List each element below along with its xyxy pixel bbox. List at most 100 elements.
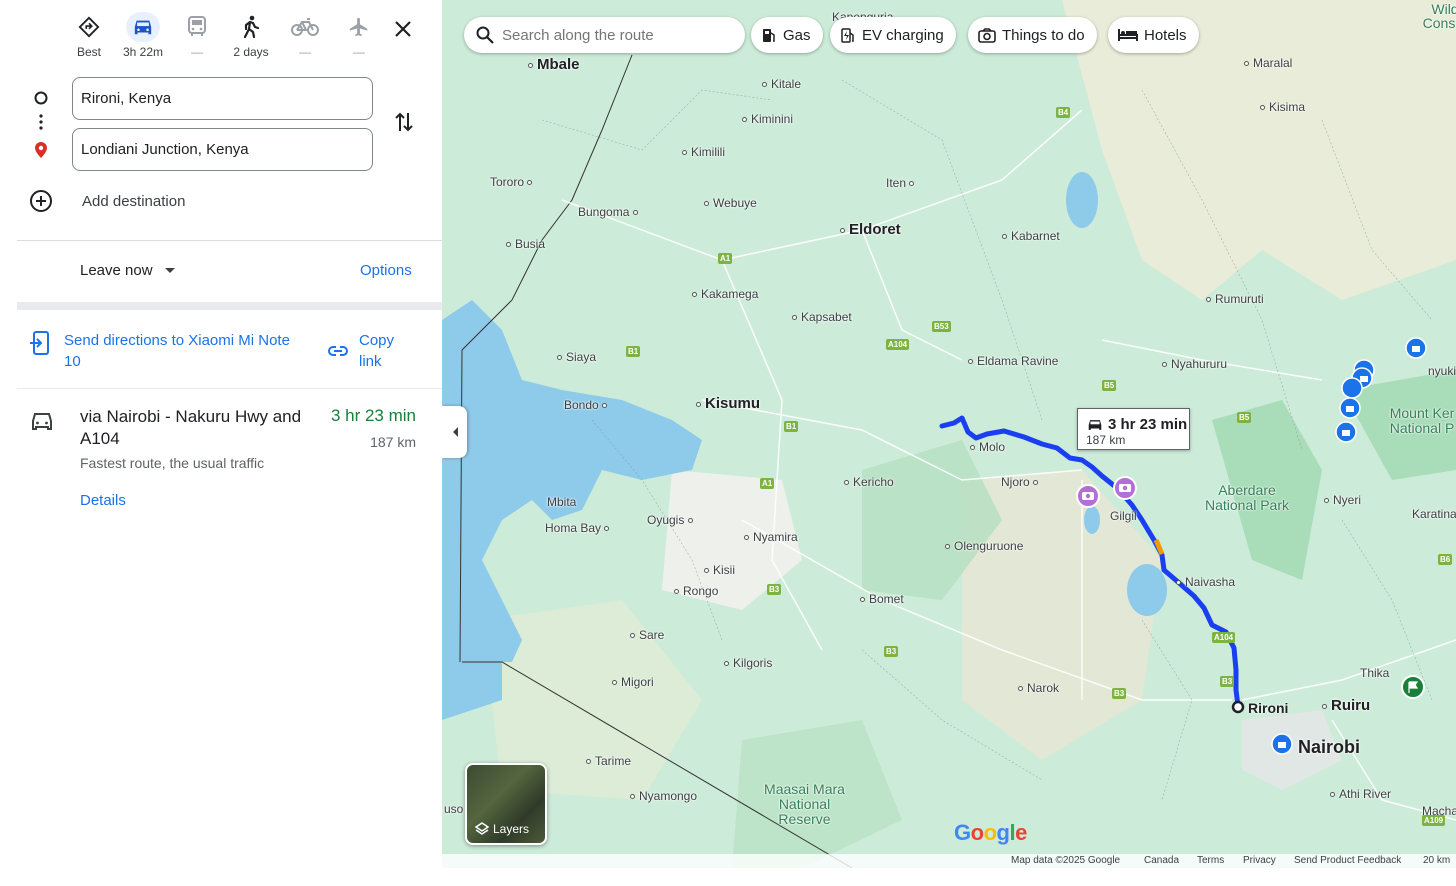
map-place-label: Njoro bbox=[1001, 475, 1042, 489]
map-place-label: Tororo bbox=[490, 175, 536, 189]
country-link[interactable]: Canada bbox=[1144, 855, 1179, 866]
map-place-label: Molo bbox=[970, 440, 1005, 454]
route-name: via Nairobi - Nakuru Hwy and A104 bbox=[80, 407, 302, 448]
map-place-label: Kitale bbox=[762, 77, 801, 91]
send-to-phone-button[interactable]: Send directions to Xiaomi Mi Note 10 bbox=[30, 330, 294, 372]
mode-cycling[interactable]: — bbox=[278, 12, 332, 62]
map-place-label: Busia bbox=[506, 237, 545, 251]
map-place-label: Kakamega bbox=[692, 287, 758, 301]
chip-ev-charging[interactable]: EV charging bbox=[830, 17, 956, 53]
map-place-label: Kisumu bbox=[696, 395, 760, 412]
chip-things-to-do[interactable]: Things to do bbox=[968, 17, 1097, 53]
map-place-label: Webuye bbox=[704, 196, 757, 210]
map-place-label: Kisima bbox=[1260, 100, 1305, 114]
leave-now-dropdown[interactable]: Leave now bbox=[80, 262, 175, 279]
layers-button[interactable]: Layers bbox=[465, 763, 547, 845]
leave-now-label: Leave now bbox=[80, 262, 153, 279]
feedback-link[interactable]: Send Product Feedback bbox=[1294, 855, 1401, 866]
swap-waypoints-button[interactable] bbox=[390, 108, 418, 136]
map-place-label: Bungoma bbox=[578, 205, 642, 219]
best-route-icon bbox=[72, 12, 106, 42]
map-place-label: Maralal bbox=[1244, 56, 1292, 70]
waypoint-connector-icon bbox=[34, 91, 48, 158]
map-place-label: nyuki bbox=[1428, 364, 1456, 378]
map-place-label: Siaya bbox=[557, 350, 596, 364]
terms-link[interactable]: Terms bbox=[1197, 855, 1224, 866]
map-place-label: Nyahururu bbox=[1162, 357, 1227, 371]
callout-distance: 187 km bbox=[1086, 433, 1126, 447]
link-icon bbox=[328, 346, 348, 356]
copy-link-button[interactable]: Copy link bbox=[327, 330, 403, 372]
divider bbox=[17, 240, 442, 241]
route-details-link[interactable]: Details bbox=[80, 492, 126, 509]
mode-transit[interactable]: — bbox=[170, 12, 224, 62]
mode-label: — bbox=[353, 45, 365, 59]
map-place-label: Thika bbox=[1360, 666, 1390, 680]
add-circle-icon bbox=[30, 190, 52, 212]
map-place-label: Eldama Ravine bbox=[968, 354, 1058, 368]
mode-flights[interactable]: — bbox=[332, 12, 386, 62]
bicycle-icon bbox=[288, 12, 322, 42]
map-place-label: Kilgoris bbox=[724, 656, 772, 670]
map-place-label: Kimilili bbox=[682, 145, 725, 159]
map-place-label: Mbale bbox=[528, 56, 580, 73]
section-separator bbox=[17, 302, 442, 310]
highway-shield: B4 bbox=[1056, 107, 1071, 118]
send-to-phone-label: Send directions to Xiaomi Mi Note 10 bbox=[64, 332, 290, 370]
mode-label: — bbox=[191, 45, 203, 59]
map-place-label: Cons bbox=[1422, 15, 1456, 31]
swap-icon bbox=[395, 112, 413, 132]
search-along-route-input[interactable] bbox=[502, 26, 732, 44]
origin-input[interactable] bbox=[72, 77, 373, 120]
map-place-label: Nyamira bbox=[744, 530, 798, 544]
map-place-label: Nairobi bbox=[1298, 737, 1361, 757]
chip-label: Things to do bbox=[1002, 26, 1085, 44]
close-directions-button[interactable] bbox=[388, 14, 418, 44]
map-place-label: Iten bbox=[886, 176, 918, 190]
map-place-label: Bomet bbox=[860, 592, 904, 606]
airplane-icon bbox=[342, 12, 376, 42]
route-duration-callout[interactable]: 3 hr 23 min 187 km bbox=[1077, 408, 1190, 450]
map-place-label: Kiminini bbox=[742, 112, 793, 126]
mode-driving[interactable]: 3h 22m bbox=[116, 12, 170, 62]
transit-icon bbox=[180, 12, 214, 42]
mode-label: — bbox=[299, 45, 311, 59]
search-icon bbox=[476, 26, 494, 44]
highway-shield: A1 bbox=[760, 478, 775, 489]
mode-walking[interactable]: 2 days bbox=[224, 12, 278, 62]
chip-gas[interactable]: Gas bbox=[751, 17, 823, 53]
add-destination-button[interactable]: Add destination bbox=[28, 188, 185, 214]
privacy-link[interactable]: Privacy bbox=[1243, 855, 1276, 866]
map-place-label: uso bbox=[444, 802, 464, 816]
map-park-label: Mount Ker National P bbox=[1389, 405, 1455, 436]
chip-hotels[interactable]: Hotels bbox=[1108, 17, 1199, 53]
route-description: Fastest route, the usual traffic bbox=[80, 455, 265, 471]
layers-icon bbox=[475, 822, 489, 835]
highway-shield: B1 bbox=[626, 346, 641, 357]
car-icon bbox=[32, 413, 52, 430]
map-place-label: Tarime bbox=[586, 754, 631, 768]
map-place-label: Rumuruti bbox=[1206, 292, 1264, 306]
camera-icon bbox=[978, 27, 996, 43]
collapse-panel-button[interactable] bbox=[442, 406, 467, 458]
close-icon bbox=[395, 21, 411, 37]
destination-input[interactable] bbox=[72, 128, 373, 171]
map-place-label: Mbita bbox=[547, 495, 577, 509]
bed-icon bbox=[1118, 28, 1138, 42]
scale-label[interactable]: 20 km bbox=[1423, 855, 1450, 866]
copy-link-label: Copy link bbox=[359, 332, 395, 370]
route-option[interactable]: via Nairobi - Nakuru Hwy and A104 3 hr 2… bbox=[0, 400, 442, 520]
map-canvas[interactable]: Mbale Kapenguria Kitale Kiminini Kimilil… bbox=[442, 0, 1456, 868]
layers-label: Layers bbox=[475, 822, 529, 836]
map-place-label: Migori bbox=[612, 675, 654, 689]
highway-shield: A109 bbox=[1422, 815, 1446, 826]
search-along-route[interactable] bbox=[464, 17, 745, 53]
mode-best[interactable]: Best bbox=[62, 12, 116, 62]
map-place-label: Sare bbox=[630, 628, 664, 642]
directions-panel: Best 3h 22m — 2 days — — Rironi, Kenya L… bbox=[0, 0, 442, 886]
options-button[interactable]: Options bbox=[360, 262, 412, 279]
map-place-label: Oyugis bbox=[647, 513, 697, 527]
chip-label: Gas bbox=[783, 26, 811, 44]
map-place-label: Nyeri bbox=[1324, 493, 1361, 507]
map-footer: Map data ©2025 Google Canada Terms Priva… bbox=[442, 854, 1456, 868]
